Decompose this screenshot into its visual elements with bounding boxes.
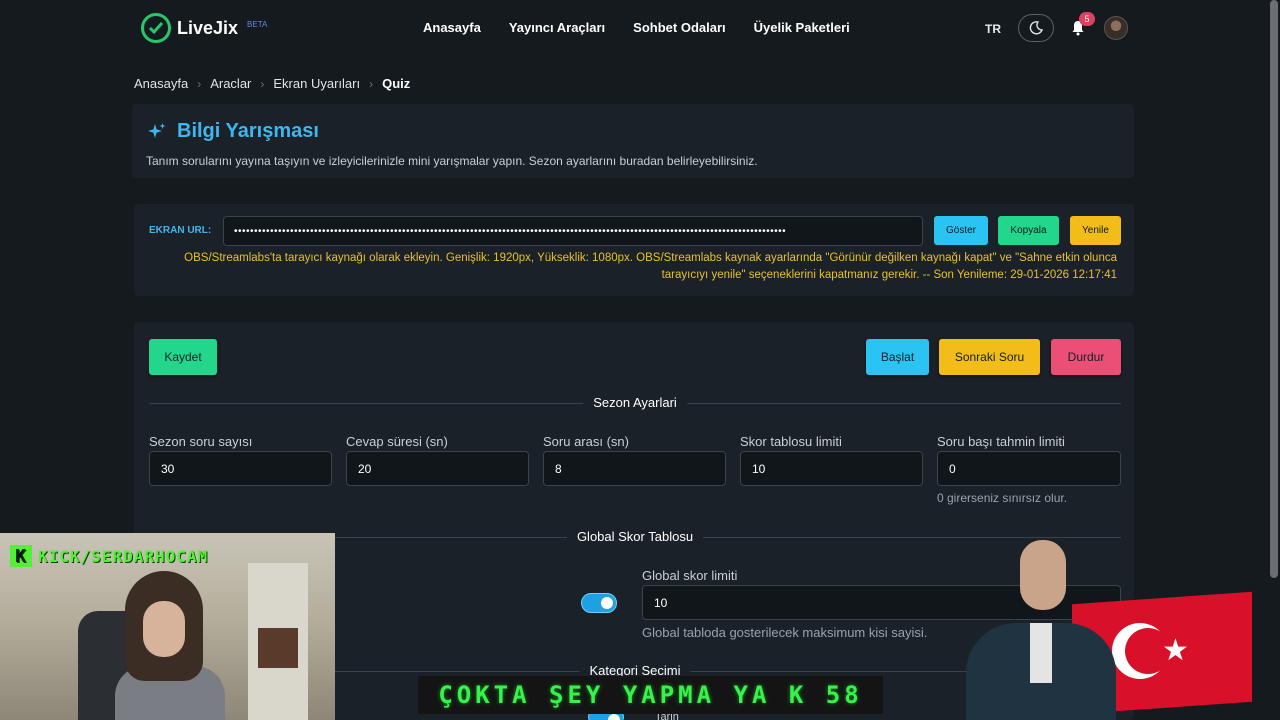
chevron-right-icon: › <box>369 76 374 91</box>
flag-star-icon: ★ <box>1162 634 1189 667</box>
portrait-head <box>1020 540 1066 610</box>
copy-url-button[interactable]: Kopyala <box>998 216 1059 245</box>
scoreboard-limit-label: Skor tablosu limiti <box>740 434 842 449</box>
streamer-face <box>143 601 185 657</box>
nav-item-home[interactable]: Anasayfa <box>423 20 481 35</box>
show-url-button[interactable]: Göster <box>934 216 988 245</box>
webcam-overlay: K KICK/SERDARHOCAM <box>0 533 335 720</box>
stop-button[interactable]: Durdur <box>1051 339 1121 375</box>
guess-limit-input[interactable]: 0 <box>937 451 1121 486</box>
kick-channel-name: KICK/SERDARHOCAM <box>38 546 209 566</box>
chevron-right-icon: › <box>197 76 202 91</box>
page-title: Bilgi Yarışması <box>147 120 319 143</box>
global-scoreboard-toggle[interactable] <box>581 593 617 613</box>
nav-item-streamer-tools[interactable]: Yayıncı Araçları <box>509 20 605 35</box>
nav-item-chat-rooms[interactable]: Sohbet Odaları <box>633 20 725 35</box>
check-icon <box>141 13 171 43</box>
portrait-shirt <box>1030 623 1052 683</box>
breadcrumb-home[interactable]: Anasayfa <box>134 76 188 91</box>
question-interval-label: Soru arası (sn) <box>543 434 629 449</box>
answer-time-label: Cevap süresi (sn) <box>346 434 448 449</box>
breadcrumb-tools[interactable]: Araclar <box>210 76 251 91</box>
streamer <box>115 571 225 720</box>
theme-toggle-button[interactable] <box>1018 14 1054 42</box>
kick-logo-icon: K <box>10 545 32 567</box>
notification-badge: 5 <box>1079 12 1095 26</box>
question-interval-input[interactable]: 8 <box>543 451 726 486</box>
top-navbar: LiveJix BETA Anasayfa Yayıncı Araçları S… <box>0 0 1280 58</box>
scoreboard-limit-input[interactable]: 10 <box>740 451 923 486</box>
language-switch[interactable]: TR <box>985 22 1001 36</box>
answer-time-input[interactable]: 20 <box>346 451 529 486</box>
breadcrumb-screen-alerts[interactable]: Ekran Uyarıları <box>273 76 360 91</box>
global-section-title: Global Skor Tablosu <box>566 529 704 544</box>
brand-name: LiveJix <box>177 17 239 38</box>
obs-instructions: OBS/Streamlabs'ta tarayıcı kaynağı olara… <box>184 252 1117 281</box>
global-limit-hint: Global tabloda gosterilecek maksimum kis… <box>642 625 928 640</box>
save-button[interactable]: Kaydet <box>149 339 217 375</box>
season-question-count-label: Sezon soru sayısı <box>149 434 253 449</box>
global-limit-label: Global skor limiti <box>642 568 738 583</box>
nav-item-membership[interactable]: Üyelik Paketleri <box>754 20 850 35</box>
season-section-title: Sezon Ayarlari <box>583 395 687 410</box>
book <box>258 628 298 668</box>
page-subtitle: Tanım sorularını yayına taşıyın ve izley… <box>146 154 758 168</box>
guess-limit-label: Soru başı tahmin limiti <box>937 434 1065 449</box>
main-nav: Anasayfa Yayıncı Araçları Sohbet Odaları… <box>423 20 850 35</box>
brand-logo[interactable]: LiveJix BETA <box>141 13 267 43</box>
chevron-right-icon: › <box>260 76 265 91</box>
guess-limit-hint: 0 girerseniz sınırsız olur. <box>937 491 1068 505</box>
breadcrumb-current: Quiz <box>382 76 411 91</box>
refresh-url-button[interactable]: Yenile <box>1070 216 1121 245</box>
beta-badge: BETA <box>247 19 268 29</box>
moon-icon <box>1029 21 1043 35</box>
screen-url-input[interactable]: ••••••••••••••••••••••••••••••••••••••••… <box>223 216 923 246</box>
page-title-text: Bilgi Yarışması <box>177 120 319 142</box>
user-avatar[interactable] <box>1104 16 1128 40</box>
next-question-button[interactable]: Sonraki Soru <box>939 339 1040 375</box>
flag-portrait-overlay: ★ <box>962 538 1262 720</box>
kick-channel-tag: K KICK/SERDARHOCAM <box>10 545 208 567</box>
start-button[interactable]: Başlat <box>866 339 929 375</box>
sparkles-icon <box>148 122 166 138</box>
page-scrollbar[interactable] <box>1270 0 1278 578</box>
stream-marquee: ÇOKTA ŞEY YAPMA YA K 58 <box>418 676 883 714</box>
screen-url-label: EKRAN URL: <box>149 225 212 236</box>
season-question-count-input[interactable]: 30 <box>149 451 332 486</box>
breadcrumb: Anasayfa › Araclar › Ekran Uyarıları › Q… <box>134 76 410 91</box>
